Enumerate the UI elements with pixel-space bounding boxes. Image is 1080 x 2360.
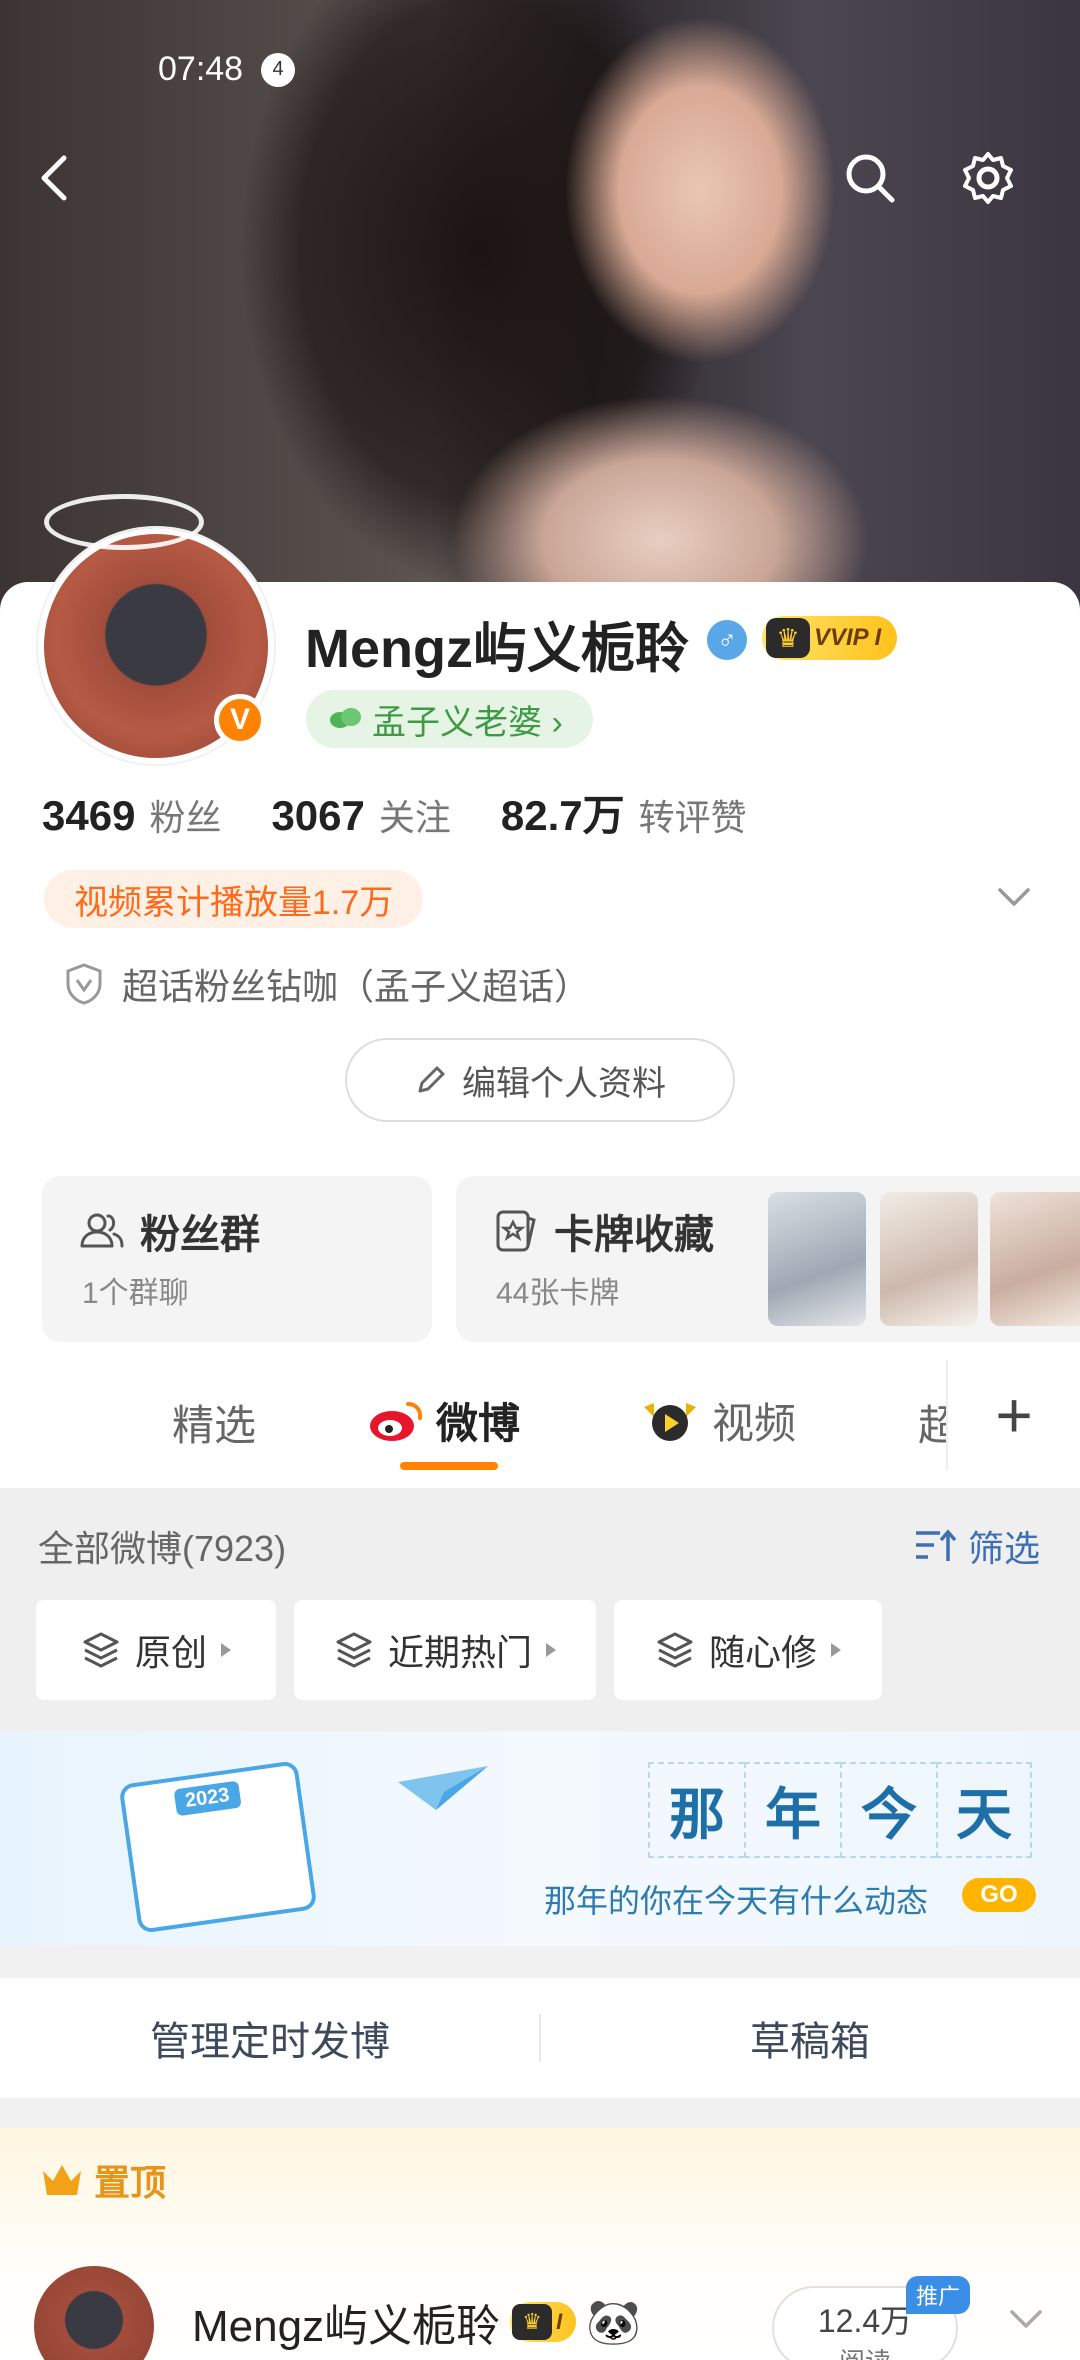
video-play-count-badge[interactable]: 视频累计播放量1.7万 bbox=[44, 870, 424, 928]
crown-icon: ♛ bbox=[766, 618, 810, 658]
shield-icon bbox=[66, 963, 102, 1005]
paper-plane-icon bbox=[398, 1766, 488, 1810]
leaf-icon bbox=[330, 708, 361, 728]
verified-v-badge-icon: V bbox=[214, 694, 266, 746]
read-count-label: 阅读 bbox=[774, 2342, 956, 2360]
chevron-down-icon[interactable] bbox=[1006, 2304, 1046, 2334]
all-posts-count: 全部微博(7923) bbox=[38, 1528, 287, 1569]
crown-icon: ♛ bbox=[512, 2304, 553, 2340]
stat-following[interactable]: 3067 关注 bbox=[271, 789, 450, 841]
notification-count-badge: 4 bbox=[261, 52, 296, 87]
weibo-logo-icon bbox=[370, 1401, 423, 1441]
title-char: 年 bbox=[744, 1762, 840, 1858]
tab-weibo[interactable]: 微博 bbox=[368, 1390, 520, 1451]
layers-icon bbox=[657, 1632, 693, 1668]
scheduled-posts-button[interactable]: 管理定时发博 bbox=[0, 1978, 540, 2098]
chip-label: 近期热门 bbox=[387, 1632, 532, 1673]
status-time: 07:48 bbox=[158, 50, 244, 88]
super-topic-label: 超话粉丝钻咖（孟子义超话） bbox=[122, 966, 591, 1007]
post-author[interactable]: Mengz屿义栀聆 ♛ I 🐼 bbox=[192, 2290, 641, 2354]
edit-profile-label: 编辑个人资料 bbox=[462, 1064, 666, 1103]
panda-icon: 🐼 bbox=[586, 2298, 641, 2347]
chip-label: 随心修 bbox=[708, 1632, 817, 1673]
card-collection-icon bbox=[496, 1210, 536, 1252]
fan-tag-label: 孟子义老婆 › bbox=[372, 703, 563, 742]
on-this-day-title: 那 年 今 天 bbox=[648, 1762, 1032, 1858]
chip-recent-hot[interactable]: 近期热门 bbox=[294, 1600, 596, 1700]
chip-original[interactable]: 原创 bbox=[36, 1600, 276, 1700]
filter-label: 筛选 bbox=[968, 1528, 1041, 1569]
banner-subtitle: 那年的你在今天有什么动态 bbox=[544, 1882, 929, 1920]
title-char: 今 bbox=[840, 1762, 936, 1858]
stat-number: 3067 bbox=[271, 792, 365, 839]
tab-featured[interactable]: 精选 bbox=[172, 1392, 256, 1453]
status-bar: 07:48 4 bbox=[158, 50, 296, 89]
super-topic-row[interactable]: 超话粉丝钻咖（孟子义超话） bbox=[64, 958, 590, 1010]
chip-casual[interactable]: 随心修 bbox=[614, 1600, 882, 1700]
caret-right-icon bbox=[221, 1643, 231, 1657]
layers-icon bbox=[83, 1632, 119, 1668]
card-thumbnail[interactable] bbox=[990, 1192, 1080, 1326]
settings-gear-icon[interactable] bbox=[958, 148, 1018, 208]
pencil-icon bbox=[418, 1066, 445, 1093]
card-thumbnail[interactable] bbox=[768, 1192, 866, 1326]
go-button[interactable]: GO bbox=[962, 1878, 1036, 1912]
gender-male-icon: ♂ bbox=[707, 620, 747, 660]
stat-label: 粉丝 bbox=[149, 797, 222, 838]
vip-badge: ♛ I bbox=[510, 2302, 577, 2342]
username: Mengz屿义栀聆 bbox=[305, 619, 689, 679]
vvip-badge[interactable]: ♛ VVIP I bbox=[762, 616, 898, 660]
vip-label: I bbox=[556, 2309, 563, 2334]
active-tab-indicator bbox=[400, 1462, 498, 1470]
filter-button[interactable]: 筛选 bbox=[914, 1520, 1040, 1572]
title-char: 那 bbox=[648, 1762, 744, 1858]
title-char: 天 bbox=[936, 1762, 1032, 1858]
stat-number: 3469 bbox=[42, 792, 136, 839]
avatar-halo-decoration bbox=[44, 494, 204, 550]
tab-label: 视频 bbox=[712, 1400, 797, 1447]
chip-label: 原创 bbox=[134, 1632, 207, 1673]
crown-icon bbox=[43, 2165, 81, 2195]
card-thumbnail[interactable] bbox=[880, 1192, 978, 1326]
stat-label: 转评赞 bbox=[638, 797, 747, 838]
tab-label: 精选 bbox=[172, 1402, 257, 1449]
tab-video[interactable]: 视频 bbox=[640, 1390, 796, 1451]
stats-row: 3469 粉丝 3067 关注 82.7万 转评赞 bbox=[42, 782, 747, 843]
vvip-label: VVIP I bbox=[814, 624, 882, 651]
fan-group-card[interactable]: 粉丝群 1个群聊 bbox=[42, 1176, 432, 1342]
pinned-label: 置顶 bbox=[40, 2154, 166, 2206]
layers-icon bbox=[336, 1632, 372, 1668]
stat-label: 关注 bbox=[378, 797, 451, 838]
card-collection-sub: 44张卡牌 bbox=[496, 1277, 620, 1310]
fan-group-title: 粉丝群 bbox=[140, 1213, 260, 1257]
video-play-icon bbox=[644, 1402, 696, 1441]
manage-row: 管理定时发博 草稿箱 bbox=[0, 1978, 1080, 2098]
stat-followers[interactable]: 3469 粉丝 bbox=[42, 789, 221, 841]
fan-tag[interactable]: 孟子义老婆 › bbox=[306, 690, 593, 748]
caret-right-icon bbox=[831, 1643, 841, 1657]
back-icon[interactable] bbox=[26, 148, 86, 208]
edit-profile-button[interactable]: 编辑个人资料 bbox=[345, 1038, 735, 1122]
chevron-down-icon[interactable] bbox=[994, 882, 1034, 912]
promote-badge[interactable]: 推广 bbox=[906, 2276, 971, 2314]
calendar-illustration-icon: 2023 bbox=[118, 1760, 318, 1934]
card-collection-title: 卡牌收藏 bbox=[554, 1213, 714, 1257]
drafts-button[interactable]: 草稿箱 bbox=[540, 1978, 1080, 2098]
add-tab-plus-icon[interactable]: + bbox=[946, 1360, 1080, 1470]
calendar-year: 2023 bbox=[173, 1780, 242, 1817]
caret-right-icon bbox=[546, 1643, 556, 1657]
filter-sort-icon bbox=[916, 1529, 957, 1561]
tab-label: 微博 bbox=[436, 1400, 521, 1447]
group-users-icon bbox=[80, 1213, 124, 1248]
stat-number: 82.7万 bbox=[500, 792, 625, 839]
post-author-name: Mengz屿义栀聆 bbox=[192, 2302, 501, 2351]
search-icon[interactable] bbox=[840, 148, 900, 208]
pinned-label-text: 置顶 bbox=[94, 2162, 167, 2203]
stat-likes[interactable]: 82.7万 转评赞 bbox=[501, 782, 747, 843]
fan-group-sub: 1个群聊 bbox=[82, 1277, 189, 1310]
